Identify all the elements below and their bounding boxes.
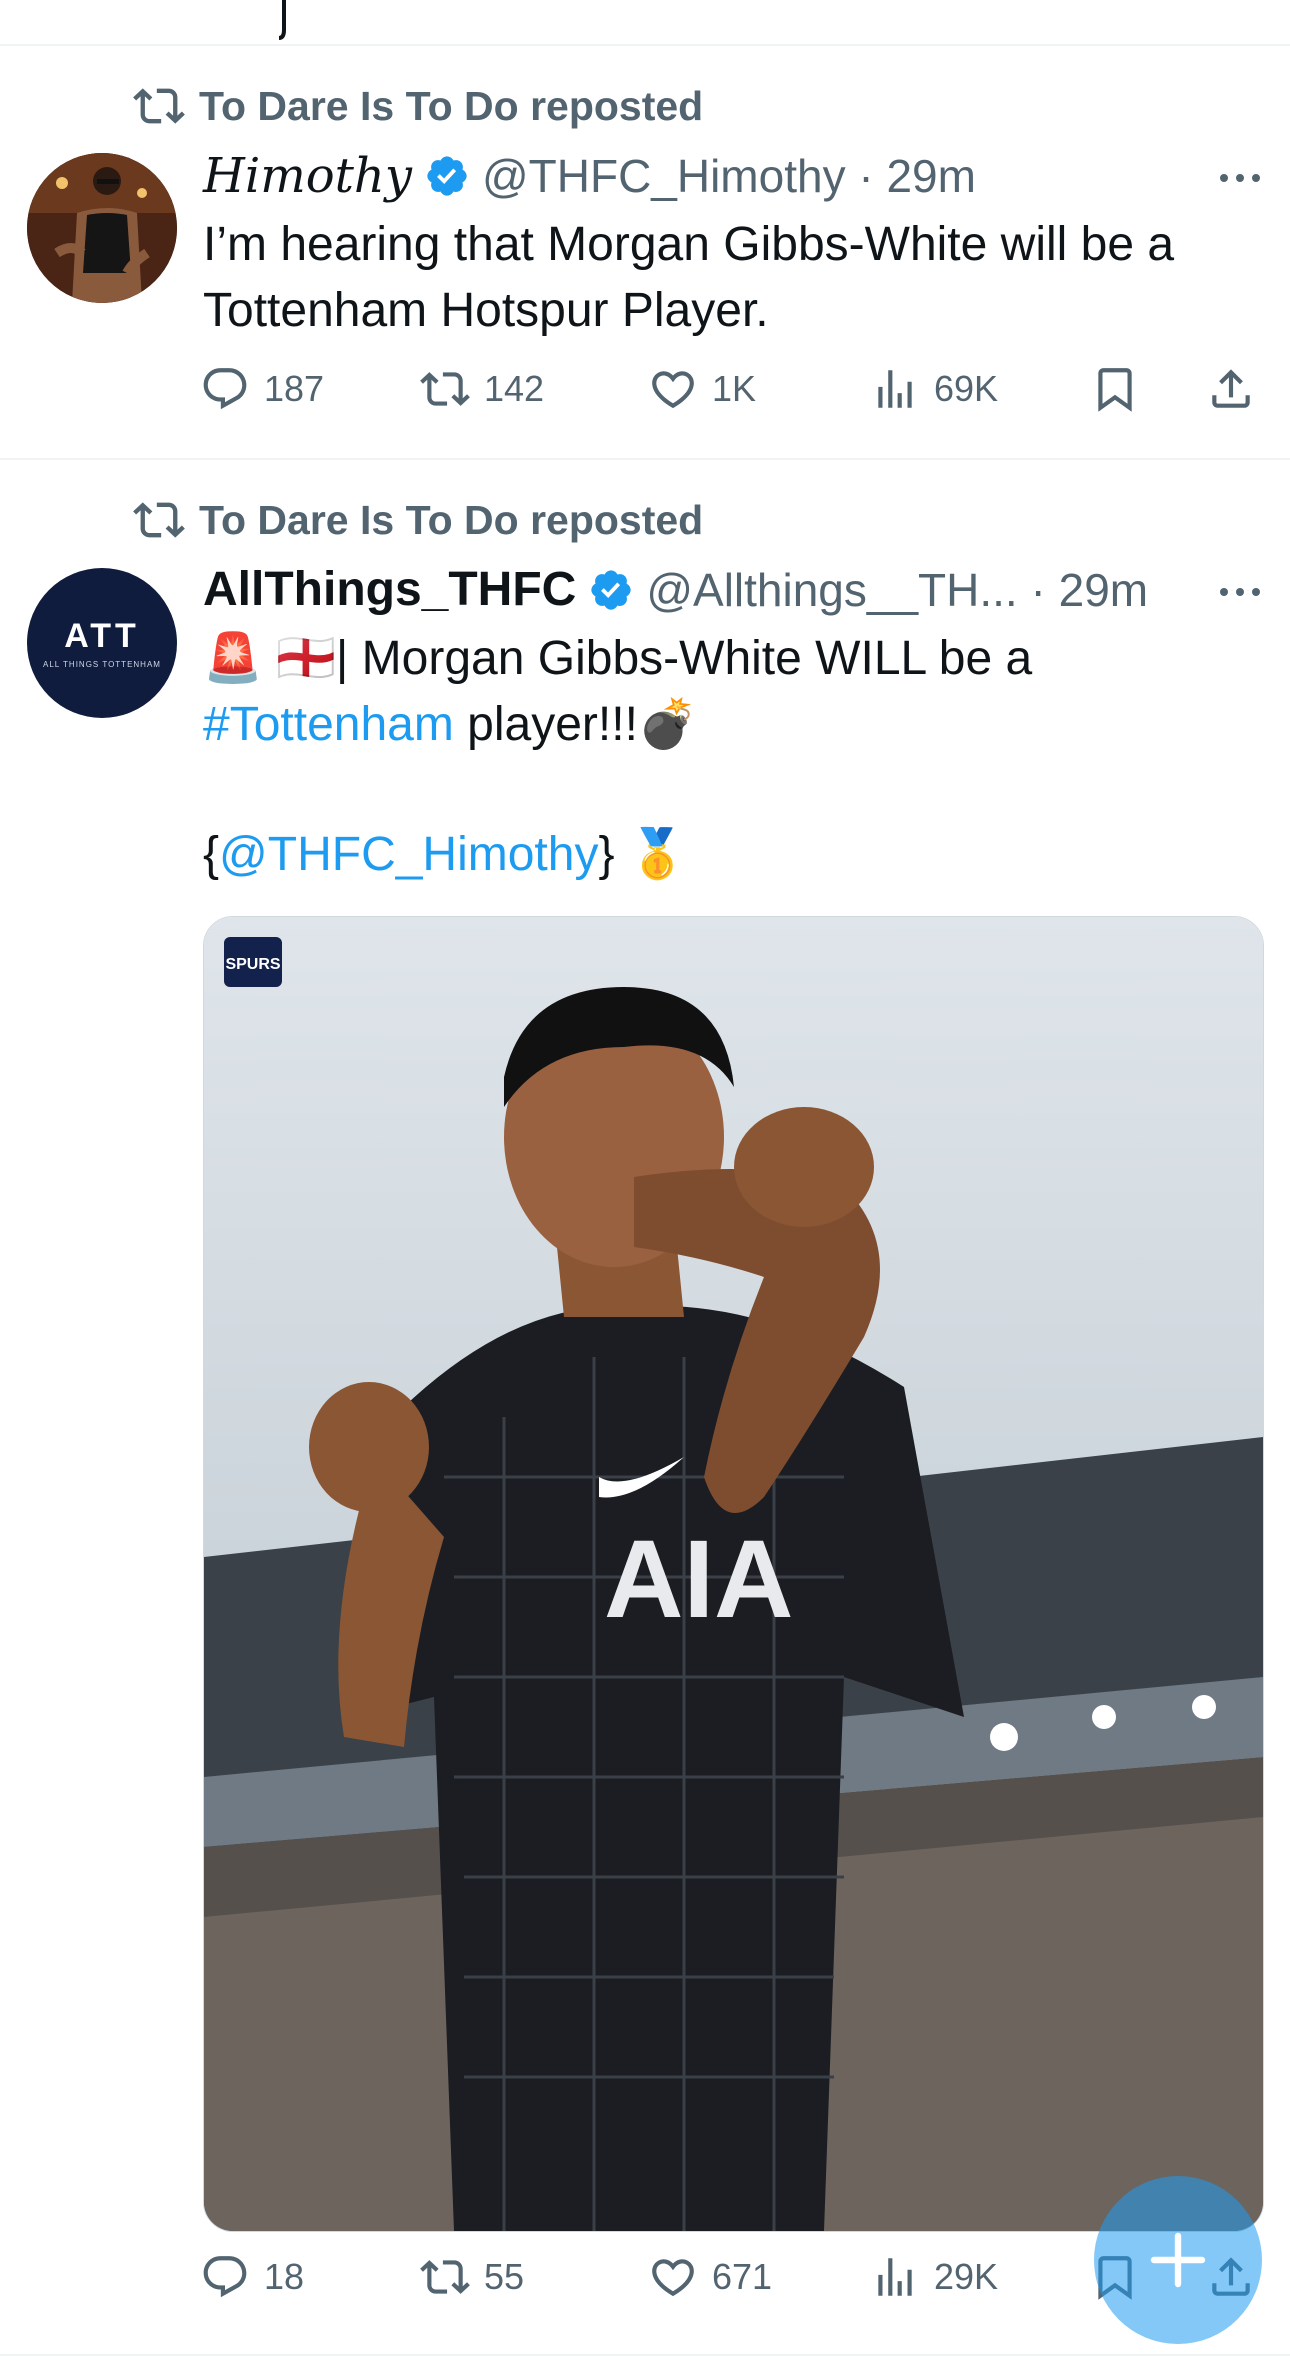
tweet-media-image[interactable]: AIA SPURS	[203, 916, 1264, 2232]
verified-badge-icon	[591, 569, 631, 610]
compose-plus-icon	[1150, 2232, 1206, 2288]
views-button[interactable]: 69K	[870, 364, 998, 414]
shirt-sponsor-text: AIA	[604, 1518, 793, 1641]
repost-context[interactable]: To Dare Is To Do reposted	[133, 494, 703, 546]
tweet-header: AllThings_THFC @Allthings__TH... · 29m	[203, 562, 1148, 617]
repost-count: 55	[484, 2256, 525, 2297]
action-bar: 187 142 1K 69K	[200, 364, 1270, 424]
divider	[0, 458, 1290, 460]
handle[interactable]: @THFC_Himothy	[482, 149, 846, 203]
tweet-text: 🚨 🏴󠁧󠁢󠁥󠁮󠁧󠁿| Morgan Gibbs-White WILL be a …	[203, 626, 1263, 888]
avatar-logo-text: ATT	[64, 617, 140, 655]
views-count: 29K	[934, 2256, 999, 2297]
divider	[0, 2354, 1290, 2356]
views-icon	[878, 370, 912, 408]
separator-dot: ·	[845, 150, 887, 202]
spurs-logo-text: SPURS	[225, 956, 280, 973]
more-icon[interactable]	[1220, 588, 1260, 596]
compose-button[interactable]	[1094, 2176, 1262, 2344]
repost-button[interactable]: 142	[420, 364, 544, 414]
display-name[interactable]: Himothy	[203, 148, 412, 204]
like-button[interactable]: 1K	[648, 364, 756, 414]
display-name[interactable]: AllThings_THFC	[203, 562, 576, 617]
reply-count: 187	[264, 368, 325, 409]
repost-label: To Dare Is To Do reposted	[199, 82, 704, 129]
tweet-text-line-1: 🚨 🏴󠁧󠁢󠁥󠁮󠁧󠁿| Morgan Gibbs-White WILL be a	[203, 626, 1263, 692]
reply-button[interactable]: 187	[200, 364, 324, 414]
timestamp[interactable]: 29m	[886, 149, 975, 203]
tweet-text-line-2: #Tottenham player!!!💣	[203, 692, 1263, 758]
timestamp[interactable]: 29m	[1059, 563, 1148, 617]
like-icon	[652, 371, 694, 409]
handle[interactable]: @Allthings__TH...	[646, 563, 1017, 617]
like-count: 671	[712, 2256, 773, 2297]
tweet-text-segment: | Morgan Gibbs-White WILL be a	[335, 632, 1033, 685]
tweet-text-segment: player!!!💣	[453, 698, 698, 751]
reply-count: 18	[264, 2256, 305, 2297]
views-button[interactable]: 29K	[870, 2252, 998, 2302]
avatar-photo	[27, 153, 177, 303]
avatar[interactable]	[27, 153, 177, 303]
spurs-logo-icon: SPURS	[224, 937, 282, 987]
divider	[0, 44, 1290, 46]
repost-icon	[420, 2260, 470, 2294]
share-button[interactable]	[1206, 364, 1270, 414]
previous-tweet-fragment	[279, 0, 286, 40]
player-photo: AIA SPURS	[204, 917, 1263, 2231]
repost-icon	[133, 502, 185, 538]
repost-icon	[133, 88, 185, 124]
alert-emoji: 🚨 🏴󠁧󠁢󠁥󠁮󠁧󠁿	[203, 632, 336, 685]
separator-dot: ·	[1017, 563, 1059, 616]
mention-link[interactable]: @THFC_Himothy	[219, 828, 598, 881]
reply-icon	[203, 368, 247, 410]
tweet-text-line-3: {@THFC_Himothy} 🥇	[203, 822, 1263, 888]
bookmark-button[interactable]	[1090, 364, 1154, 414]
views-icon	[878, 2258, 912, 2296]
hashtag-link[interactable]: #Tottenham	[203, 698, 454, 751]
share-icon	[1212, 369, 1250, 408]
brace-open: {	[203, 828, 220, 881]
avatar[interactable]: ATT ALL THINGS TOTTENHAM	[27, 568, 177, 718]
like-icon	[652, 2259, 694, 2297]
verified-badge-icon	[427, 156, 467, 196]
like-button[interactable]: 671	[648, 2252, 772, 2302]
views-count: 69K	[934, 368, 999, 409]
more-icon[interactable]	[1220, 174, 1260, 182]
brace-close: } 🥇	[598, 828, 688, 881]
repost-count: 142	[484, 368, 545, 409]
avatar-logo-subtext: ALL THINGS TOTTENHAM	[43, 660, 161, 669]
like-count: 1K	[712, 368, 757, 409]
repost-label: To Dare Is To Do reposted	[199, 496, 704, 543]
bookmark-icon	[1098, 368, 1132, 412]
reply-button[interactable]: 18	[200, 2252, 304, 2302]
reply-icon	[203, 2256, 247, 2298]
tweet-header: Himothy @THFC_Himothy · 29m	[203, 148, 976, 204]
tweet-text: I’m hearing that Morgan Gibbs-White will…	[203, 218, 1175, 337]
repost-icon	[420, 372, 470, 406]
repost-context[interactable]: To Dare Is To Do reposted	[133, 80, 703, 132]
repost-button[interactable]: 55	[420, 2252, 524, 2302]
